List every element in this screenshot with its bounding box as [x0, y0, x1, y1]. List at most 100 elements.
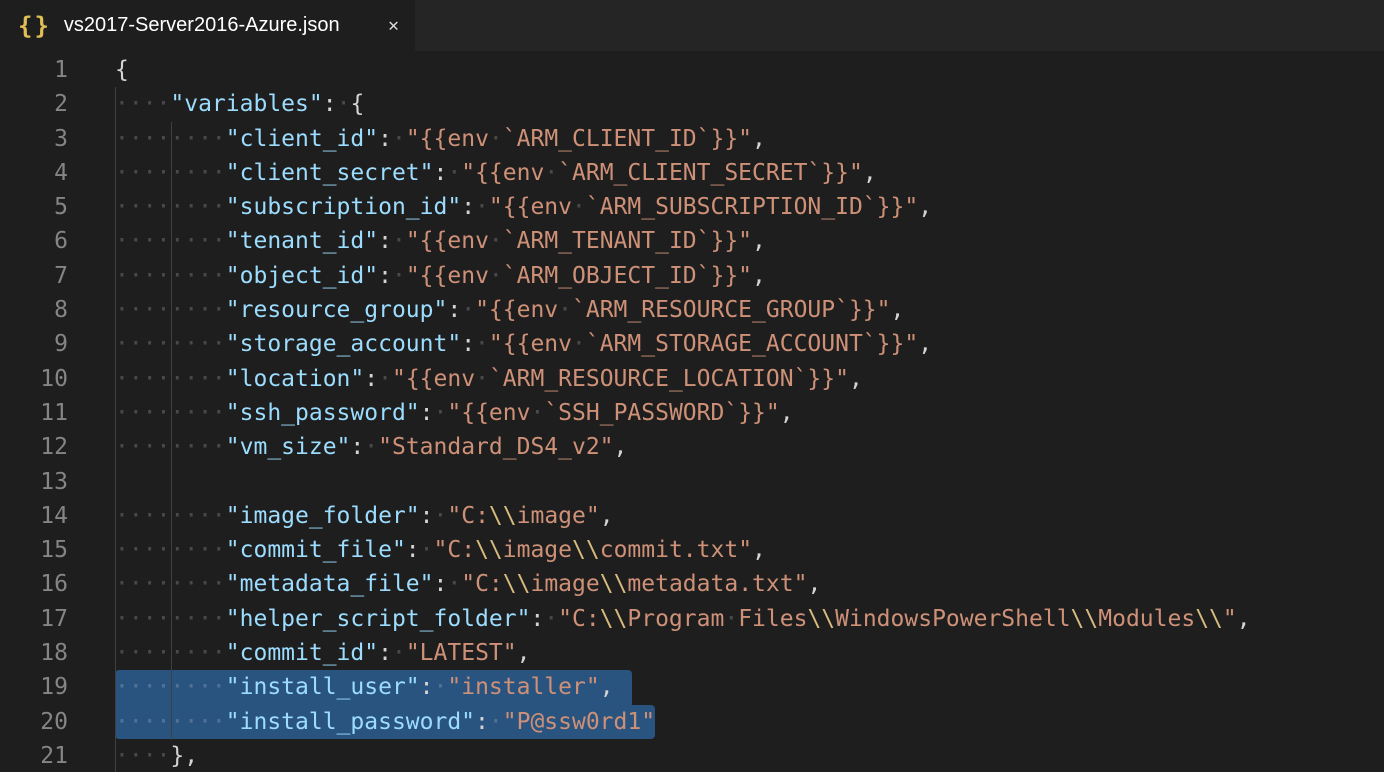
line-number[interactable]: 5 — [0, 190, 68, 224]
code-line[interactable]: 11 ········"ssh_password":·"{{env·`SSH_PA… — [0, 396, 1384, 430]
whitespace-dots: · — [489, 228, 503, 254]
code-line-text: ········"commit_file":·"C:\\image\\commi… — [115, 533, 766, 567]
line-number[interactable]: 8 — [0, 293, 68, 327]
whitespace-dots: ···· — [115, 743, 170, 769]
code-token: `ARM_OBJECT_ID`}}" — [503, 263, 752, 289]
code-line[interactable]: 12 ········"vm_size":·"Standard_DS4_v2", — [0, 430, 1384, 464]
code-line[interactable]: 17········"helper_script_folder":·"C:\\P… — [0, 602, 1384, 636]
code-token: , — [807, 571, 821, 597]
code-line[interactable]: 10········"location":·"{{env·`ARM_RESOUR… — [0, 362, 1384, 396]
code-token: , — [600, 674, 614, 700]
code-token: : — [378, 640, 392, 666]
whitespace-dots: · — [572, 331, 586, 357]
code-line-text: ········"vm_size":·"Standard_DS4_v2", — [115, 430, 627, 464]
code-line[interactable]: 2····"variables":·{ — [0, 87, 1384, 121]
code-line[interactable]: 3 ········"client_id":·"{{env·`ARM_CLIENT… — [0, 122, 1384, 156]
code-token: \\ — [600, 571, 628, 597]
line-number[interactable]: 11 — [0, 396, 68, 430]
code-token: { — [115, 57, 129, 83]
code-token: metadata.txt" — [627, 571, 807, 597]
line-number[interactable]: 12 — [0, 430, 68, 464]
code-token: Modules — [1098, 606, 1195, 632]
code-token: "client_id" — [226, 126, 378, 152]
code-line-text: ········"subscription_id":·"{{env·`ARM_S… — [115, 190, 932, 224]
code-token: "install_password" — [226, 709, 475, 735]
code-line[interactable]: 1{ — [0, 53, 1384, 87]
code-token: \\ — [1195, 606, 1223, 632]
code-line[interactable]: 5 ········"subscription_id":·"{{env·`ARM_… — [0, 190, 1384, 224]
code-line-text: ········"storage_account":·"{{env·`ARM_S… — [115, 327, 932, 361]
code-token: "resource_group" — [226, 297, 448, 323]
code-line-text: ········"commit_id":·"LATEST", — [115, 636, 530, 670]
code-line[interactable]: 8········"resource_group":·"{{env·`ARM_R… — [0, 293, 1384, 327]
line-number[interactable]: 18 — [0, 636, 68, 670]
line-number[interactable]: 14 — [0, 499, 68, 533]
code-token: "tenant_id" — [226, 228, 378, 254]
code-token: "install_user" — [226, 674, 420, 700]
code-line-text: ········"ssh_password":·"{{env·`SSH_PASS… — [115, 396, 794, 430]
line-number[interactable]: 1 — [0, 53, 68, 87]
code-token: `SSH_PASSWORD`}}" — [544, 400, 779, 426]
line-number[interactable]: 7 — [0, 259, 68, 293]
code-line[interactable]: 6········"tenant_id":·"{{env·`ARM_TENANT… — [0, 224, 1384, 258]
code-token: : — [364, 366, 378, 392]
code-token: "C: — [558, 606, 600, 632]
whitespace-dots: · — [572, 194, 586, 220]
line-number[interactable]: 6 — [0, 224, 68, 258]
code-line[interactable]: 14········"image_folder":·"C:\\image", — [0, 499, 1384, 533]
code-token: "C: — [447, 503, 489, 529]
line-number[interactable]: 15 — [0, 533, 68, 567]
code-token: `ARM_RESOURCE_GROUP`}}" — [572, 297, 891, 323]
code-line[interactable]: 16········"metadata_file":·"C:\\image\\m… — [0, 567, 1384, 601]
code-token: "object_id" — [226, 263, 378, 289]
code-token: `ARM_CLIENT_SECRET`}}" — [558, 160, 863, 186]
code-token: "installer" — [447, 674, 599, 700]
code-line-text: ········"client_id":·"{{env·`ARM_CLIENT_… — [115, 122, 766, 156]
whitespace-dots: · — [392, 228, 406, 254]
code-token: "C: — [461, 571, 503, 597]
line-number[interactable]: 13 — [0, 465, 68, 499]
code-line-text: ········"install_user":·"installer", — [115, 670, 632, 704]
code-token: : — [475, 709, 489, 735]
code-token: Program — [627, 606, 724, 632]
line-number[interactable]: 9 — [0, 327, 68, 361]
code-token: "variables" — [170, 91, 322, 117]
indent-guide — [115, 87, 116, 772]
code-line[interactable]: 4········"client_secret":·"{{env·`ARM_CL… — [0, 156, 1384, 190]
whitespace-dots: · — [434, 400, 448, 426]
line-number[interactable]: 4 — [0, 156, 68, 190]
line-number[interactable]: 2 — [0, 87, 68, 121]
line-number[interactable]: 19 — [0, 670, 68, 704]
code-token: , — [891, 297, 905, 323]
code-line[interactable]: 9 ········"storage_account":·"{{env·`ARM_… — [0, 327, 1384, 361]
code-token: : — [378, 228, 392, 254]
code-token: , — [1237, 606, 1251, 632]
whitespace-dots: · — [489, 709, 503, 735]
line-number[interactable]: 21 — [0, 739, 68, 772]
code-line[interactable]: 21 ····}, — [0, 739, 1384, 772]
tab-vs2017-server2016-azure-json[interactable]: {} vs2017-Server2016-Azure.json ✕ — [0, 0, 415, 51]
code-line-text: ········"object_id":·"{{env·`ARM_OBJECT_… — [115, 259, 766, 293]
code-token: "P@ssw0rd1" — [503, 709, 655, 735]
code-line[interactable]: 13 — [0, 465, 1384, 499]
line-number[interactable]: 20 — [0, 705, 68, 739]
code-line[interactable]: 18 ········"commit_id":·"LATEST", — [0, 636, 1384, 670]
code-line[interactable]: 15 ········"commit_file":·"C:\\image\\com… — [0, 533, 1384, 567]
code-line[interactable]: 7 ········"object_id":·"{{env·`ARM_OBJECT… — [0, 259, 1384, 293]
editor-pane[interactable]: 1{2····"variables":·{3········"client_id… — [0, 51, 1384, 772]
line-number[interactable]: 16 — [0, 567, 68, 601]
code-token: \\ — [503, 571, 531, 597]
close-tab-icon[interactable]: ✕ — [388, 17, 399, 35]
code-token: "{{env — [447, 400, 530, 426]
code-line-text: ····}, — [115, 739, 198, 772]
line-number[interactable]: 10 — [0, 362, 68, 396]
indent-guide — [171, 122, 172, 740]
line-number[interactable]: 17 — [0, 602, 68, 636]
whitespace-dots: · — [420, 537, 434, 563]
code-line[interactable]: 19 ········"install_user":·"installer", — [0, 670, 1384, 704]
code-line[interactable]: 20········"install_password":·"P@ssw0rd1… — [0, 705, 1384, 739]
code-token: "image_folder" — [226, 503, 420, 529]
line-number[interactable]: 3 — [0, 122, 68, 156]
code-token: "location" — [226, 366, 364, 392]
whitespace-dots: · — [447, 571, 461, 597]
